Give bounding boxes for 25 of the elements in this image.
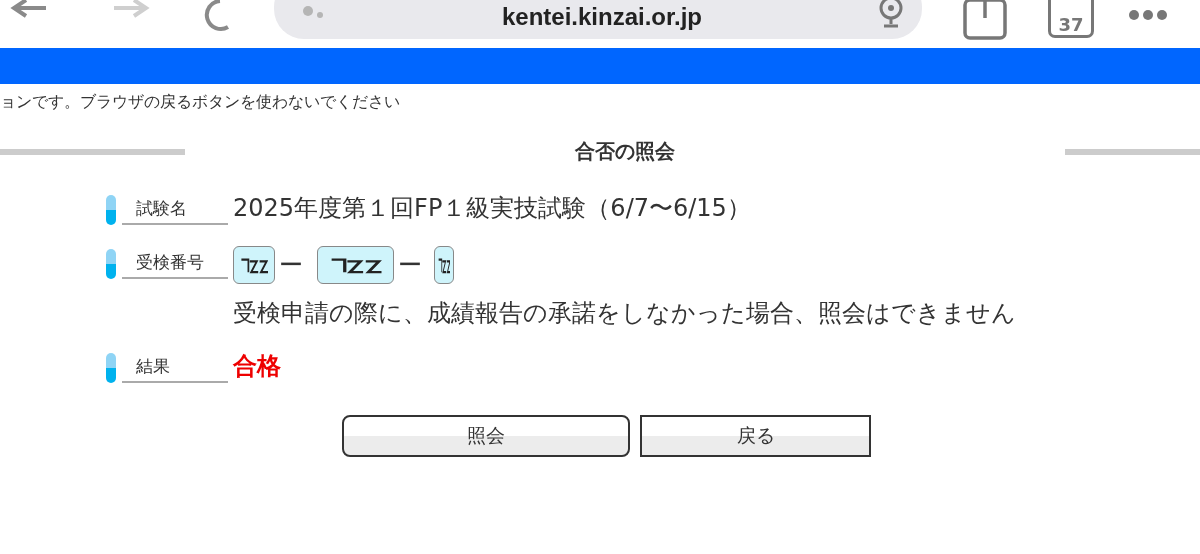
field-label: 受検番号 bbox=[122, 251, 228, 279]
masked-value-icon bbox=[329, 256, 382, 274]
tabs-button[interactable]: 37 bbox=[1048, 0, 1094, 38]
field-label: 結果 bbox=[122, 355, 228, 383]
exam-name: 2025年度第１回FP１級実技試験（6/7〜6/15） bbox=[233, 193, 751, 224]
share-icon[interactable] bbox=[962, 0, 1008, 40]
masked-value-icon bbox=[240, 256, 268, 274]
number-field[interactable] bbox=[317, 246, 394, 284]
page-heading: 合否の照会 bbox=[574, 138, 676, 165]
separator-dash: ー bbox=[279, 250, 303, 281]
back-button[interactable]: 戻る bbox=[640, 415, 871, 457]
number-field[interactable] bbox=[434, 246, 454, 284]
masked-value-icon bbox=[437, 256, 451, 274]
note-text: 受検申請の際に、成績報告の承諾をしなかった場合、照会はできません bbox=[233, 298, 1016, 329]
label-marker-icon bbox=[106, 249, 116, 279]
label-marker-icon bbox=[106, 353, 116, 383]
more-icon[interactable] bbox=[1128, 9, 1168, 21]
number-field[interactable] bbox=[233, 246, 275, 284]
separator-dash: ー bbox=[398, 250, 422, 281]
result-text: 合格 bbox=[233, 351, 281, 382]
label-marker-icon bbox=[106, 195, 116, 225]
field-label: 試験名 bbox=[122, 197, 228, 225]
inquiry-button[interactable]: 照会 bbox=[342, 415, 630, 457]
address-bar[interactable]: kentei.kinzai.or.jp bbox=[274, 0, 922, 39]
notice-text: ョンです。ブラウザの戻るボタンを使わないでください bbox=[0, 91, 401, 113]
